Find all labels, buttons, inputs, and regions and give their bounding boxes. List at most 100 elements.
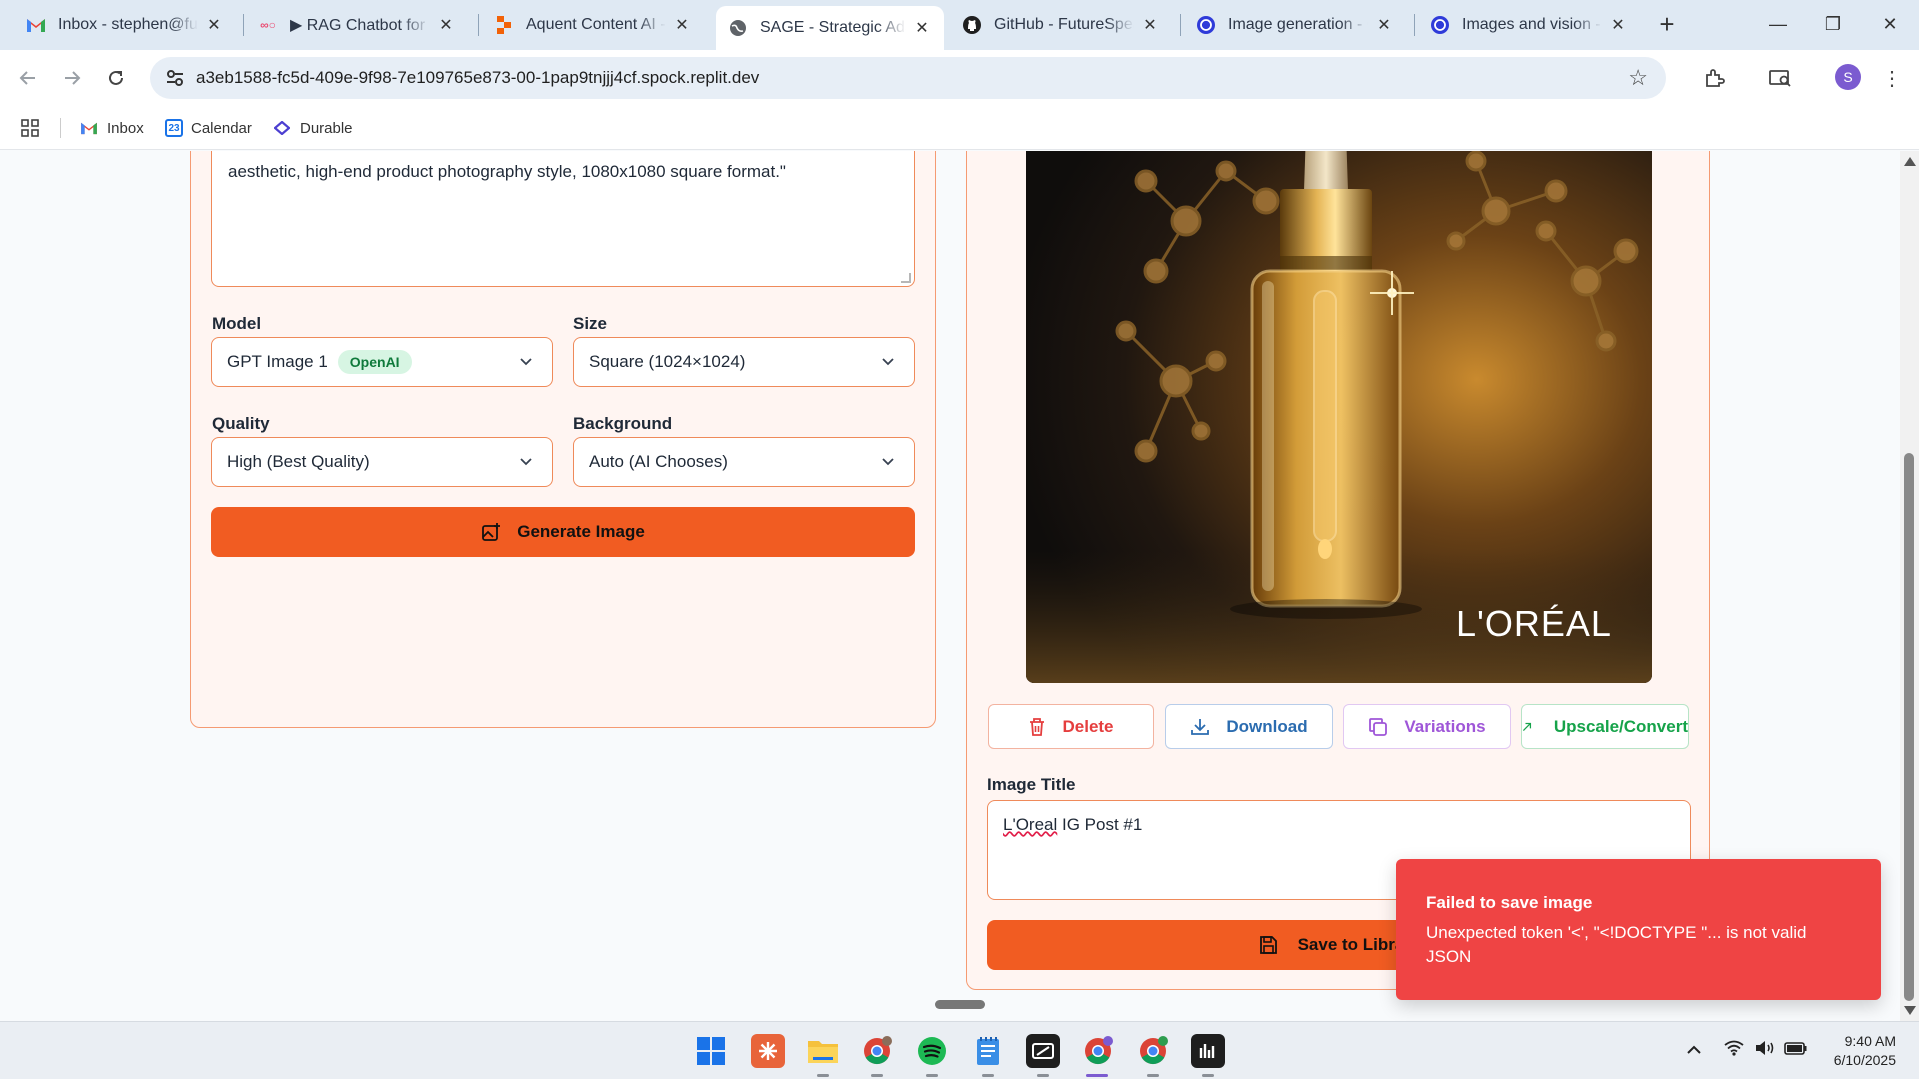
menu-kebab-icon[interactable]: ⋮ — [1876, 62, 1908, 94]
tab-separator — [478, 14, 479, 36]
model-value: GPT Image 1 — [227, 352, 328, 371]
site-settings-icon[interactable] — [164, 67, 186, 89]
cast-search-icon[interactable] — [1764, 62, 1796, 94]
stocks-app-icon[interactable] — [1191, 1034, 1225, 1068]
running-indicator — [926, 1074, 938, 1077]
minimize-button[interactable]: — — [1758, 8, 1798, 40]
browser-tab-strip: Inbox - stephen@futu ✕ ∞○ ▶ RAG Chatbot … — [0, 0, 1919, 50]
tab-title: GitHub - FutureSpeak — [994, 16, 1134, 33]
horizontal-scrollbar-thumb[interactable] — [935, 1000, 985, 1009]
close-icon[interactable]: ✕ — [672, 15, 692, 35]
chevron-up-icon[interactable] — [1686, 1040, 1702, 1060]
prompt-textarea[interactable]: aesthetic, high-end product photography … — [211, 151, 915, 287]
extensions-icon[interactable] — [1698, 62, 1730, 94]
arrow-up-right-icon — [1522, 722, 1532, 731]
file-explorer-icon[interactable] — [806, 1034, 840, 1068]
reload-icon — [109, 70, 123, 85]
tab-image-generation[interactable]: Image generation - O ✕ — [1184, 8, 1406, 42]
close-icon[interactable]: ✕ — [204, 15, 224, 35]
clock-time: 9:40 AM — [1844, 1033, 1896, 1049]
apps-grid-icon[interactable] — [20, 116, 40, 140]
tab-gmail-inbox[interactable]: Inbox - stephen@futu ✕ — [14, 8, 236, 42]
battery-icon[interactable] — [1784, 1040, 1808, 1061]
download-label: Download — [1226, 716, 1308, 736]
delete-button[interactable]: Delete — [988, 704, 1154, 749]
bookmark-durable[interactable]: Durable — [272, 116, 353, 140]
generated-image: L'ORÉAL — [1026, 151, 1652, 683]
background-select[interactable]: Auto (AI Chooses) — [573, 437, 915, 487]
bookmark-calendar[interactable]: 23 Calendar — [165, 116, 252, 140]
close-icon[interactable]: ✕ — [1608, 15, 1628, 35]
tab-aquent-content-ai[interactable]: Aquent Content AI - R ✕ — [482, 8, 704, 42]
system-clock[interactable]: 9:40 AM 6/10/2025 — [1826, 1032, 1896, 1070]
chrome-profile-s-green-icon[interactable] — [1136, 1034, 1170, 1068]
vertical-scrollbar[interactable] — [1900, 151, 1919, 1021]
download-button[interactable]: Download — [1165, 704, 1333, 749]
calendar-icon: 23 — [165, 119, 183, 137]
close-window-button[interactable]: ✕ — [1870, 8, 1910, 40]
tab-images-and-vision[interactable]: Images and vision - O ✕ — [1418, 8, 1640, 42]
close-icon[interactable]: ✕ — [436, 15, 456, 35]
vertical-scrollbar-thumb[interactable] — [1904, 453, 1914, 1001]
tab-title: ▶ RAG Chatbot for Co — [290, 17, 430, 34]
bookmark-star-icon[interactable]: ☆ — [1628, 65, 1648, 91]
profile-avatar[interactable]: S — [1835, 64, 1861, 90]
size-select[interactable]: Square (1024×1024) — [573, 337, 915, 387]
quality-label: Quality — [212, 414, 270, 433]
address-bar[interactable]: a3eb1588-fc5d-409e-9f98-7e109765e873-00-… — [150, 57, 1666, 99]
bookmark-inbox[interactable]: Inbox — [79, 116, 144, 140]
close-icon[interactable]: ✕ — [912, 18, 932, 38]
scroll-down-arrow-icon[interactable] — [1904, 1006, 1916, 1015]
github-icon — [962, 15, 982, 35]
scroll-up-arrow-icon[interactable] — [1904, 157, 1916, 166]
size-label: Size — [573, 314, 608, 333]
background-value: Auto (AI Chooses) — [589, 452, 728, 471]
running-indicator — [982, 1074, 994, 1077]
variations-button[interactable]: Variations — [1343, 704, 1511, 749]
wifi-icon[interactable] — [1724, 1040, 1744, 1061]
spotify-icon[interactable] — [915, 1034, 949, 1068]
resize-grip-icon[interactable] — [901, 273, 911, 283]
openai-icon — [1430, 15, 1450, 35]
chevron-down-icon — [520, 358, 532, 366]
openai-icon — [1196, 15, 1216, 35]
tab-rag-chatbot[interactable]: ∞○ ▶ RAG Chatbot for Co ✕ — [246, 8, 468, 42]
error-toast[interactable]: Failed to save image Unexpected token '<… — [1396, 859, 1881, 1000]
model-select[interactable]: GPT Image 1 OpenAI — [211, 337, 553, 387]
windows-taskbar: 9:40 AM 6/10/2025 — [0, 1021, 1919, 1079]
bookmarks-divider — [60, 118, 61, 138]
forward-button[interactable] — [56, 62, 88, 94]
new-tab-button[interactable]: + — [1652, 10, 1682, 40]
restore-button[interactable]: ❐ — [1813, 8, 1853, 40]
volume-icon[interactable] — [1754, 1040, 1776, 1061]
upscale-convert-button[interactable]: Upscale/Convert — [1521, 704, 1689, 749]
image-title-value: L'Oreal IG Post #1 — [1003, 815, 1142, 835]
arrow-left-icon — [19, 71, 35, 85]
gmail-icon — [26, 15, 46, 35]
tab-sage-active[interactable]: SAGE - Strategic Adap ✕ — [716, 6, 944, 50]
tab-github[interactable]: GitHub - FutureSpeak ✕ — [950, 8, 1172, 42]
browser-toolbar: a3eb1588-fc5d-409e-9f98-7e109765e873-00-… — [0, 50, 1919, 106]
upscale-label: Upscale/Convert — [1553, 716, 1688, 736]
claude-app-icon[interactable] — [751, 1034, 785, 1068]
bookmark-label: Inbox — [107, 119, 144, 137]
capcut-icon[interactable] — [1026, 1034, 1060, 1068]
tab-title: SAGE - Strategic Adap — [760, 19, 906, 36]
prompt-text: aesthetic, high-end product photography … — [228, 162, 786, 181]
reload-button[interactable] — [100, 62, 132, 94]
close-icon[interactable]: ✕ — [1140, 15, 1160, 35]
generate-image-button[interactable]: Generate Image — [211, 507, 915, 557]
close-icon[interactable]: ✕ — [1374, 15, 1394, 35]
chrome-profile-s-purple-icon[interactable] — [1081, 1034, 1115, 1068]
generate-label: Generate Image — [517, 522, 645, 541]
title-rest: IG Post #1 — [1057, 815, 1143, 834]
clock-date: 6/10/2025 — [1833, 1052, 1896, 1068]
running-indicator — [1202, 1074, 1214, 1077]
tab-title: Inbox - stephen@futu — [58, 16, 198, 33]
chrome-profile-icon[interactable] — [860, 1034, 894, 1068]
back-button[interactable] — [12, 62, 44, 94]
variations-label: Variations — [1404, 716, 1486, 736]
windows-start-icon[interactable] — [694, 1034, 728, 1068]
quality-select[interactable]: High (Best Quality) — [211, 437, 553, 487]
notepad-icon[interactable] — [971, 1034, 1005, 1068]
